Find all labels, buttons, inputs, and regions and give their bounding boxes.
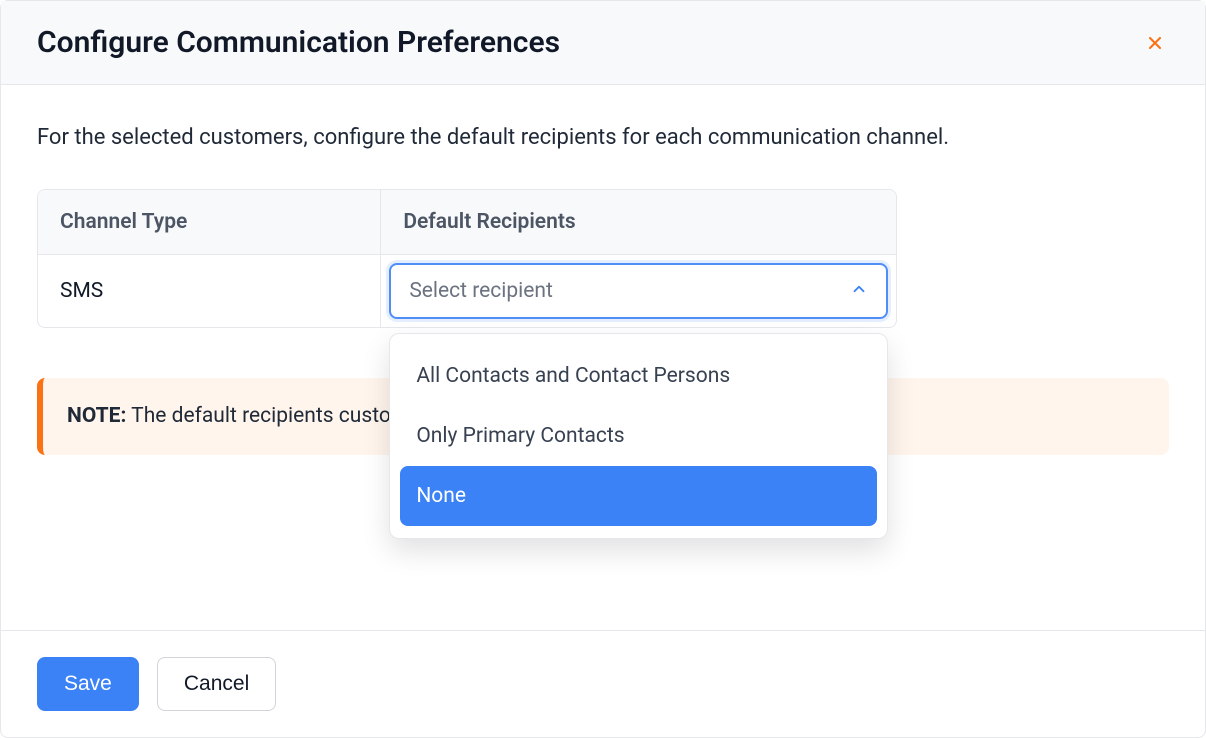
intro-text: For the selected customers, configure th… [37,121,1169,155]
save-button[interactable]: Save [37,657,139,711]
note-label: NOTE: [67,404,126,428]
cell-channel: SMS [38,255,381,327]
modal-footer: Save Cancel [1,630,1205,737]
dropdown-option-all[interactable]: All Contacts and Contact Persons [400,346,877,406]
recipients-table: Channel Type Default Recipients SMS Sele… [37,189,897,328]
cancel-button[interactable]: Cancel [157,657,276,711]
recipient-select[interactable]: Select recipient [389,263,888,319]
column-header-recipients: Default Recipients [381,190,896,255]
modal-header: Configure Communication Preferences [1,1,1205,85]
column-header-channel: Channel Type [38,190,381,255]
note-text-before: The default recipients [126,404,338,428]
recipient-dropdown: All Contacts and Contact Persons Only Pr… [389,333,888,539]
modal-title: Configure Communication Preferences [37,25,560,60]
chevron-up-icon [850,280,868,302]
select-placeholder: Select recipient [409,279,553,303]
modal-body: For the selected customers, configure th… [1,85,1205,630]
table-row: SMS Select recipient All Contacts and Co… [38,255,896,327]
modal-configure-communication: Configure Communication Preferences For … [0,0,1206,738]
dropdown-option-none[interactable]: None [400,466,877,526]
cell-recipients: Select recipient All Contacts and Contac… [381,255,896,327]
dropdown-option-primary[interactable]: Only Primary Contacts [400,406,877,466]
close-icon[interactable] [1141,29,1169,57]
